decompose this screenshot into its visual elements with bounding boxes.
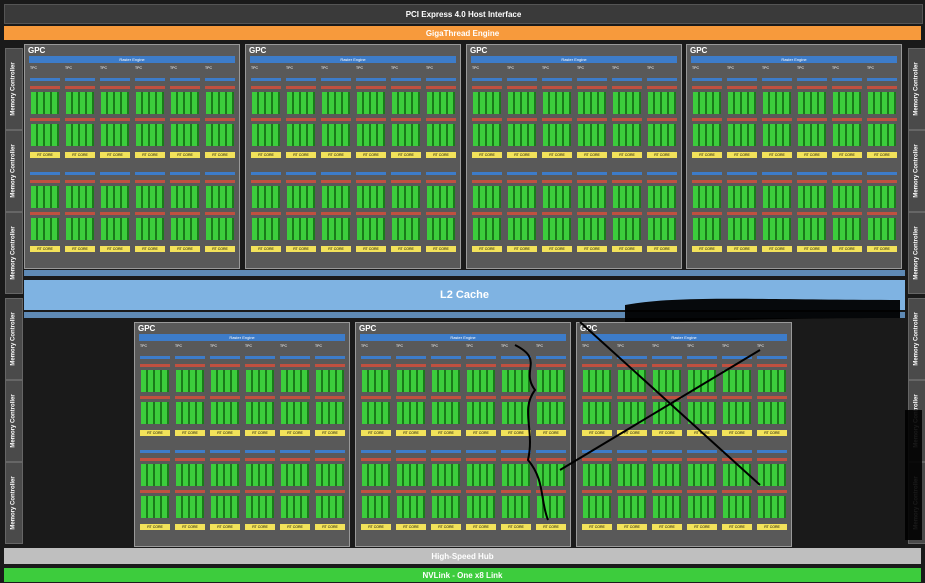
scribble-overlay bbox=[514, 298, 922, 540]
